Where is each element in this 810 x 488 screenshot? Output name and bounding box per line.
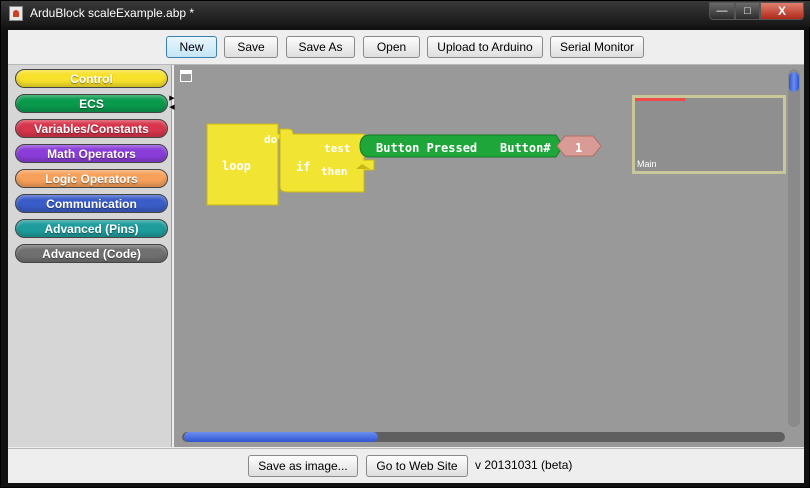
save-button[interactable]: Save [224, 36, 278, 58]
if-test-label: test [324, 142, 351, 155]
minimap-label: Main [637, 159, 657, 169]
loop-do-label: do [264, 133, 278, 146]
minimize-icon: — [716, 5, 728, 17]
category-variables-constants[interactable]: Variables/Constants [15, 119, 168, 138]
go-to-web-site-button[interactable]: Go to Web Site [366, 455, 468, 477]
title-bar[interactable]: ArduBlock scaleExample.abp * — □ X [1, 1, 810, 27]
save-as-button[interactable]: Save As [286, 36, 355, 58]
serial-monitor-button[interactable]: Serial Monitor [550, 36, 644, 58]
bottom-bar: Save as image... Go to Web Site v 201310… [8, 448, 804, 483]
block-palette: Control ECS Variables/Constants Math Ope… [8, 65, 172, 447]
category-advanced-pins[interactable]: Advanced (Pins) [15, 219, 168, 238]
java-app-icon [9, 6, 23, 21]
toolbar: New Save Save As Open Upload to Arduino … [8, 30, 804, 65]
save-as-image-button[interactable]: Save as image... [248, 455, 358, 477]
new-button[interactable]: New [166, 36, 217, 58]
window-title: ArduBlock scaleExample.abp * [30, 6, 195, 20]
if-block[interactable] [279, 128, 375, 193]
button-pressed-label: Button Pressed [376, 141, 478, 155]
vertical-scroll-thumb[interactable] [789, 72, 799, 92]
if-then-label: then [321, 165, 348, 178]
category-math-operators[interactable]: Math Operators [15, 144, 168, 163]
maximize-button[interactable]: □ [735, 2, 760, 20]
vertical-scrollbar[interactable] [788, 69, 800, 427]
horizontal-scrollbar[interactable] [182, 432, 785, 442]
category-communication[interactable]: Communication [15, 194, 168, 213]
client-area: New Save Save As Open Upload to Arduino … [8, 30, 804, 483]
minimize-button[interactable]: — [709, 2, 735, 20]
category-advanced-code[interactable]: Advanced (Code) [15, 244, 168, 263]
button-number-param-label: Button# [500, 141, 551, 155]
category-ecs[interactable]: ECS [15, 94, 168, 113]
maximize-icon: □ [744, 5, 751, 17]
minimap-viewport[interactable] [635, 98, 685, 101]
horizontal-scroll-thumb[interactable] [184, 432, 378, 442]
number-value: 1 [575, 141, 583, 155]
loop-label: loop [222, 159, 251, 173]
close-icon: X [777, 4, 786, 18]
workspace-canvas[interactable]: loop do if test then Button Pressed Butt… [174, 65, 804, 447]
version-label: v 20131031 (beta) [475, 458, 573, 472]
open-button[interactable]: Open [363, 36, 420, 58]
window-controls: — □ X [709, 2, 804, 20]
upload-to-arduino-button[interactable]: Upload to Arduino [427, 36, 543, 58]
workspace-minimap[interactable]: Main [632, 95, 786, 174]
close-button[interactable]: X [760, 2, 804, 20]
palette-divider-arrows-icon[interactable]: ▶ ◀ [168, 94, 176, 116]
category-logic-operators[interactable]: Logic Operators [15, 169, 168, 188]
if-label: if [296, 160, 311, 174]
category-control[interactable]: Control [15, 69, 168, 88]
app-window: ArduBlock scaleExample.abp * — □ X New S… [0, 0, 810, 488]
